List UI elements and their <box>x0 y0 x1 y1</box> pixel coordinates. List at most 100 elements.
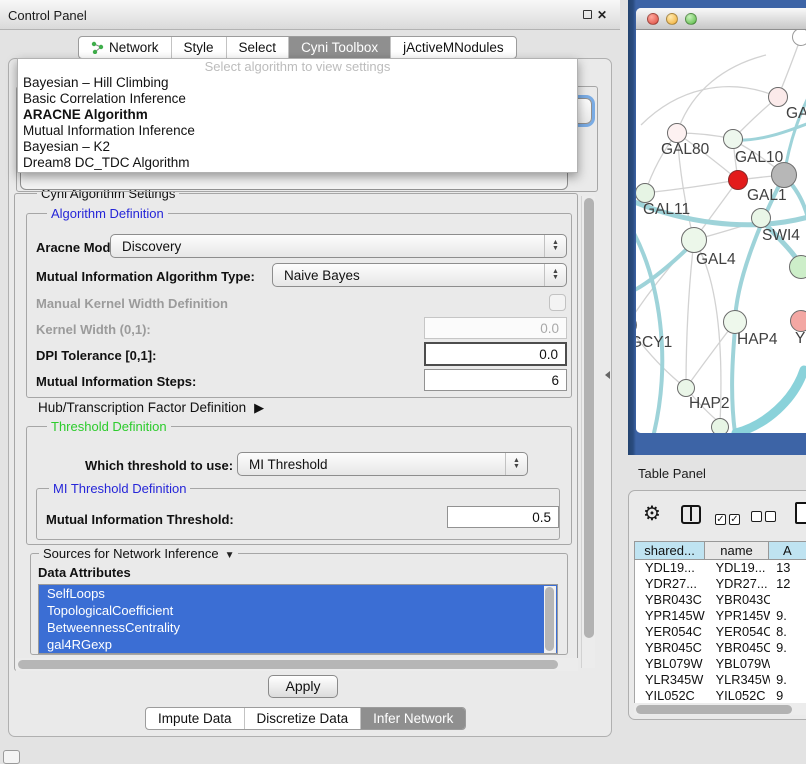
traffic-green-button[interactable] <box>685 13 697 25</box>
list-vertical-scrollbar[interactable] <box>544 586 556 653</box>
table-row[interactable]: YLR345WYLR345W9. <box>635 672 806 688</box>
scrollbar-thumb[interactable] <box>545 587 554 651</box>
dropdown-item[interactable]: Bayesian – K2 <box>18 139 577 155</box>
table-row[interactable]: YPR145WYPR145W9. <box>635 608 806 624</box>
network-node[interactable] <box>768 87 788 107</box>
dropdown-item[interactable]: Mutual Information Inference <box>18 123 577 139</box>
settings-horizontal-scrollbar[interactable] <box>16 658 578 671</box>
tab-cyni-toolbox[interactable]: Cyni Toolbox <box>288 37 390 58</box>
list-item[interactable]: SelfLoops <box>39 585 557 602</box>
network-node-label: GAL10 <box>735 149 783 167</box>
checked-checkboxes-icon[interactable]: ✓✓ <box>715 509 743 527</box>
column-header[interactable]: name <box>705 542 769 559</box>
mi-algorithm-type-label: Mutual Information Algorithm Type: <box>36 269 255 284</box>
dropdown-item[interactable]: Basic Correlation Inference <box>18 91 577 107</box>
dpi-tolerance-label: DPI Tolerance [0,1]: <box>36 348 156 363</box>
network-node-label: HAP4 <box>737 331 778 349</box>
network-node-gal10[interactable] <box>723 129 743 149</box>
tab-select[interactable]: Select <box>226 37 289 58</box>
table-row[interactable]: YIL052CYIL052C9 <box>635 688 806 704</box>
network-window-titlebar[interactable] <box>636 8 806 30</box>
combo-arrows-icon: ▲▼ <box>544 264 566 286</box>
manual-kernel-width-label: Manual Kernel Width Definition <box>36 296 228 311</box>
network-node-gal1[interactable] <box>728 170 748 190</box>
gear-icon[interactable]: ⚙ <box>643 501 661 526</box>
network-node-label: Y <box>795 330 805 348</box>
kernel-width-label: Kernel Width (0,1): <box>36 322 151 337</box>
kernel-width-field[interactable]: 0.0 <box>424 317 567 339</box>
network-node-label: GAL1 <box>747 187 787 205</box>
apply-button[interactable]: Apply <box>268 675 338 698</box>
split-columns-icon[interactable] <box>681 505 701 524</box>
traffic-yellow-button[interactable] <box>666 13 678 25</box>
document-icon[interactable] <box>795 502 806 524</box>
aracne-mode-combo[interactable]: Discovery ▲▼ <box>110 234 567 258</box>
traffic-red-button[interactable] <box>647 13 659 25</box>
scrollbar-thumb[interactable] <box>636 705 792 714</box>
table-row[interactable]: YER054CYER054C8. <box>635 624 806 640</box>
network-node-gal4[interactable] <box>681 227 707 253</box>
which-threshold-combo[interactable]: MI Threshold ▲▼ <box>237 452 528 476</box>
hub-definition-expander[interactable]: Hub/Transcription Factor Definition▶ <box>38 400 264 416</box>
sources-legend[interactable]: Sources for Network Inference▼ <box>39 546 238 561</box>
table-row[interactable]: YDR27...YDR27...12 <box>635 576 806 592</box>
network-node-label: GCY1 <box>636 334 672 352</box>
collapse-triangle-icon: ▼ <box>225 550 235 561</box>
dropdown-item-selected[interactable]: ARACNE Algorithm <box>18 107 577 123</box>
network-node-gal80[interactable] <box>667 123 687 143</box>
mi-steps-field[interactable]: 6 <box>424 369 567 391</box>
network-node-swi4[interactable] <box>751 208 771 228</box>
list-item[interactable]: gal4RGexp <box>39 636 557 653</box>
mi-threshold-field[interactable]: 0.5 <box>447 506 559 528</box>
table-row[interactable]: YBL079WYBL079W <box>635 656 806 672</box>
network-node-salmon[interactable] <box>790 310 806 332</box>
network-view-frame: GAL GAL80 GAL10 GAL1 GAL11 SWI4 GAL4 GCY… <box>628 0 806 455</box>
table-horizontal-scrollbar[interactable] <box>634 703 806 715</box>
dpi-tolerance-field[interactable]: 0.0 <box>424 342 567 366</box>
mi-algorithm-type-combo[interactable]: Naive Bayes ▲▼ <box>272 263 567 287</box>
network-node-label: GAL4 <box>696 251 736 269</box>
table-row[interactable]: YDL19...YDL19...13 <box>635 560 806 576</box>
split-pane-handle[interactable] <box>605 371 610 379</box>
column-header[interactable]: shared... <box>635 542 705 559</box>
network-canvas[interactable]: GAL GAL80 GAL10 GAL1 GAL11 SWI4 GAL4 GCY… <box>636 30 806 433</box>
control-panel-tabs: Network Style Select Cyni Toolbox jActiv… <box>78 36 517 59</box>
unchecked-checkboxes-icon[interactable] <box>751 509 779 527</box>
mi-steps-label: Mutual Information Steps: <box>36 374 196 389</box>
settings-vertical-scrollbar[interactable] <box>581 196 595 668</box>
tab-network[interactable]: Network <box>79 37 171 58</box>
network-node[interactable] <box>711 418 729 433</box>
network-node-label: GAL <box>786 105 806 123</box>
tab-infer-network[interactable]: Infer Network <box>360 708 465 729</box>
tab-impute-data[interactable]: Impute Data <box>146 708 244 729</box>
maximize-icon[interactable] <box>581 9 593 21</box>
tab-jactivemnodules[interactable]: jActiveMNodules <box>390 37 516 58</box>
table-row[interactable]: YBR043CYBR043C <box>635 592 806 608</box>
table-row[interactable]: YBR045CYBR045C9. <box>635 640 806 656</box>
tab-discretize-data[interactable]: Discretize Data <box>244 708 361 729</box>
manual-kernel-width-checkbox[interactable] <box>549 294 566 311</box>
bottom-tabs: Impute Data Discretize Data Infer Networ… <box>145 707 466 730</box>
table-panel: ⚙ ✓✓ shared... name A YDL19...YDL19...13… <box>628 490 806 720</box>
tab-style[interactable]: Style <box>171 37 226 58</box>
network-node[interactable] <box>789 255 806 279</box>
network-node-gal11[interactable] <box>636 183 655 203</box>
dropdown-item[interactable]: Bayesian – Hill Climbing <box>18 75 577 91</box>
dropdown-item[interactable]: Dream8 DC_TDC Algorithm <box>18 155 577 171</box>
which-threshold-label: Which threshold to use: <box>85 458 233 473</box>
scrollbar-thumb[interactable] <box>18 660 558 669</box>
control-panel-title: Control Panel <box>8 8 87 23</box>
combo-arrows-icon: ▲▼ <box>544 235 566 257</box>
table-header-row: shared... name A <box>634 541 806 560</box>
threshold-definition-legend: Threshold Definition <box>47 419 171 434</box>
column-header[interactable]: A <box>769 542 806 559</box>
dropdown-placeholder: Select algorithm to view settings <box>18 59 577 75</box>
network-node-label: HAP2 <box>689 395 730 413</box>
list-item[interactable]: BetweennessCentrality <box>39 619 557 636</box>
scrollbar-thumb[interactable] <box>584 198 594 638</box>
combo-arrows-icon: ▲▼ <box>505 453 527 475</box>
network-node[interactable] <box>792 30 806 46</box>
list-item[interactable]: TopologicalCoefficient <box>39 602 557 619</box>
network-window: GAL GAL80 GAL10 GAL1 GAL11 SWI4 GAL4 GCY… <box>636 8 806 433</box>
close-icon[interactable]: ✕ <box>596 9 608 21</box>
